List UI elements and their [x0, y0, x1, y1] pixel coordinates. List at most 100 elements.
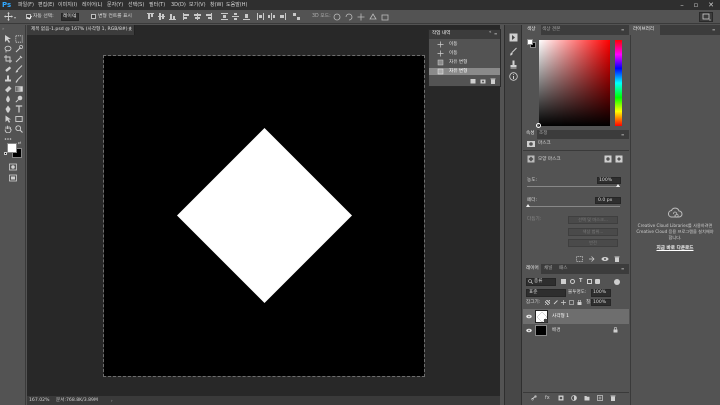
new-snapshot-icon[interactable] — [480, 78, 486, 84]
more-tools-icon[interactable] — [4, 135, 12, 143]
add-layer-mask-icon[interactable] — [558, 395, 564, 401]
feather-slider-thumb[interactable] — [526, 204, 530, 207]
layer-thumbnail[interactable] — [535, 325, 547, 336]
color-picker-marker[interactable] — [536, 123, 541, 128]
3d-pan-icon[interactable] — [357, 13, 365, 21]
minimize-icon[interactable]: – — [676, 0, 688, 10]
menu-select[interactable]: 선택(S) — [128, 1, 144, 9]
screen-mode-icon[interactable] — [9, 174, 17, 182]
filter-adjustment-icon[interactable] — [570, 279, 575, 284]
lock-all-icon[interactable] — [577, 300, 582, 305]
clone-stamp-icon[interactable] — [4, 75, 12, 83]
menu-3d[interactable]: 3D(D) — [171, 1, 186, 9]
layer-name[interactable]: 사각형 1 — [552, 313, 569, 320]
layer-thumbnail[interactable] — [535, 310, 548, 323]
rectangle-tool-icon[interactable] — [15, 115, 23, 123]
move-tool-icon[interactable] — [4, 35, 12, 43]
adjustments-tab[interactable]: 조정 — [539, 130, 547, 138]
panel-collapse-icon[interactable]: « — [489, 29, 491, 35]
color-fg-swatch[interactable] — [527, 39, 533, 45]
lock-transparent-icon[interactable] — [545, 300, 550, 305]
layer-name[interactable]: 배경 — [552, 327, 560, 334]
new-document-from-state-icon[interactable] — [470, 78, 476, 84]
eyedropper-icon[interactable] — [15, 55, 23, 63]
paths-tab[interactable]: 패스 — [559, 265, 567, 273]
swatches-tab[interactable]: 색상 견본 — [542, 26, 560, 34]
zoom-tool-icon[interactable] — [15, 125, 23, 133]
foreground-color-swatch[interactable] — [7, 143, 17, 153]
move-tool-icon[interactable] — [4, 12, 13, 21]
filter-type-icon[interactable]: T — [579, 279, 582, 284]
menu-help[interactable]: 도움말(H) — [226, 1, 247, 9]
select-and-mask-button[interactable]: 선택 및 마스크... — [568, 216, 618, 224]
menu-view[interactable]: 보기(V) — [189, 1, 206, 9]
download-now-link[interactable]: 지금 바로 다운로드 — [632, 245, 718, 252]
panel-menu-icon[interactable]: ≡ — [712, 26, 715, 33]
pen-tool-icon[interactable] — [4, 105, 12, 113]
visibility-eye-icon[interactable] — [526, 314, 532, 319]
info-panel-icon[interactable] — [509, 72, 518, 81]
align-vcenter-icon[interactable] — [158, 13, 165, 20]
distribute-right-icon[interactable] — [279, 13, 286, 20]
invert-button[interactable]: 반전 — [568, 239, 618, 247]
channels-tab[interactable]: 채널 — [544, 265, 552, 273]
hue-slider[interactable] — [615, 40, 622, 126]
menu-type[interactable]: 문자(Y) — [107, 1, 123, 9]
lock-artboard-icon[interactable] — [569, 300, 574, 305]
align-right-icon[interactable] — [205, 13, 212, 20]
menu-image[interactable]: 이미지(I) — [58, 1, 77, 9]
color-range-button[interactable]: 색상 범위... — [568, 228, 618, 236]
3d-scale-icon[interactable] — [381, 13, 389, 21]
workspace-switcher-button[interactable] — [699, 12, 713, 22]
menu-window[interactable]: 창(W) — [210, 1, 223, 9]
filter-smart-object-icon[interactable] — [595, 279, 600, 284]
path-selection-icon[interactable] — [4, 115, 12, 123]
menu-layer[interactable]: 레이어(L) — [82, 1, 103, 9]
new-layer-icon[interactable] — [597, 395, 603, 401]
restore-icon[interactable]: ▫ — [690, 0, 702, 10]
blur-tool-icon[interactable] — [4, 95, 12, 103]
close-tab-icon[interactable]: × — [128, 26, 132, 34]
load-selection-icon[interactable] — [576, 256, 583, 262]
density-slider[interactable] — [527, 186, 620, 187]
distribute-hcenter-icon[interactable] — [268, 13, 275, 20]
lasso-tool-icon[interactable] — [4, 45, 12, 53]
align-bottom-icon[interactable] — [169, 13, 176, 20]
lock-position-icon[interactable] — [561, 300, 566, 305]
filter-shape-icon[interactable] — [587, 279, 592, 284]
color-picker-field[interactable] — [539, 40, 610, 126]
toolbar-collapse-icon[interactable]: » — [2, 27, 24, 31]
quick-selection-icon[interactable] — [15, 45, 23, 53]
swap-colors-icon[interactable]: ⇄ — [18, 141, 21, 145]
link-layers-icon[interactable] — [531, 395, 537, 401]
3d-roll-icon[interactable] — [345, 13, 353, 21]
marquee-tool-icon[interactable] — [15, 35, 23, 43]
align-left-icon[interactable] — [183, 13, 190, 20]
close-icon[interactable]: ✕ — [705, 0, 717, 10]
type-tool-icon[interactable] — [15, 105, 23, 113]
panel-menu-icon[interactable]: ≡ — [621, 265, 624, 272]
lock-image-icon[interactable] — [553, 300, 558, 305]
brush-panel-icon[interactable] — [509, 47, 518, 56]
hand-tool-icon[interactable] — [4, 125, 12, 133]
density-slider-thumb[interactable] — [616, 184, 620, 187]
panel-menu-icon[interactable]: ≡ — [494, 31, 497, 37]
new-adjustment-layer-icon[interactable] — [571, 395, 577, 401]
delete-layer-icon[interactable] — [610, 395, 616, 401]
crop-tool-icon[interactable] — [4, 55, 12, 63]
history-brush-icon[interactable] — [15, 75, 23, 83]
menu-file[interactable]: 파일(F) — [18, 1, 34, 9]
align-top-icon[interactable] — [147, 13, 154, 20]
panel-menu-icon[interactable]: ≡ — [621, 26, 624, 33]
pixel-mask-button[interactable] — [527, 155, 535, 163]
filter-pixel-icon[interactable] — [561, 279, 566, 284]
distribute-top-icon[interactable] — [221, 13, 228, 20]
history-tab[interactable]: 작업 내역 — [432, 30, 450, 38]
distribute-bottom-icon[interactable] — [243, 13, 250, 20]
new-group-icon[interactable] — [584, 395, 590, 401]
show-transform-checkbox[interactable] — [91, 14, 96, 19]
gradient-tool-icon[interactable] — [15, 85, 23, 93]
brush-tool-icon[interactable] — [15, 65, 23, 73]
align-hcenter-icon[interactable] — [194, 13, 201, 20]
3d-orbit-icon[interactable] — [333, 13, 341, 21]
